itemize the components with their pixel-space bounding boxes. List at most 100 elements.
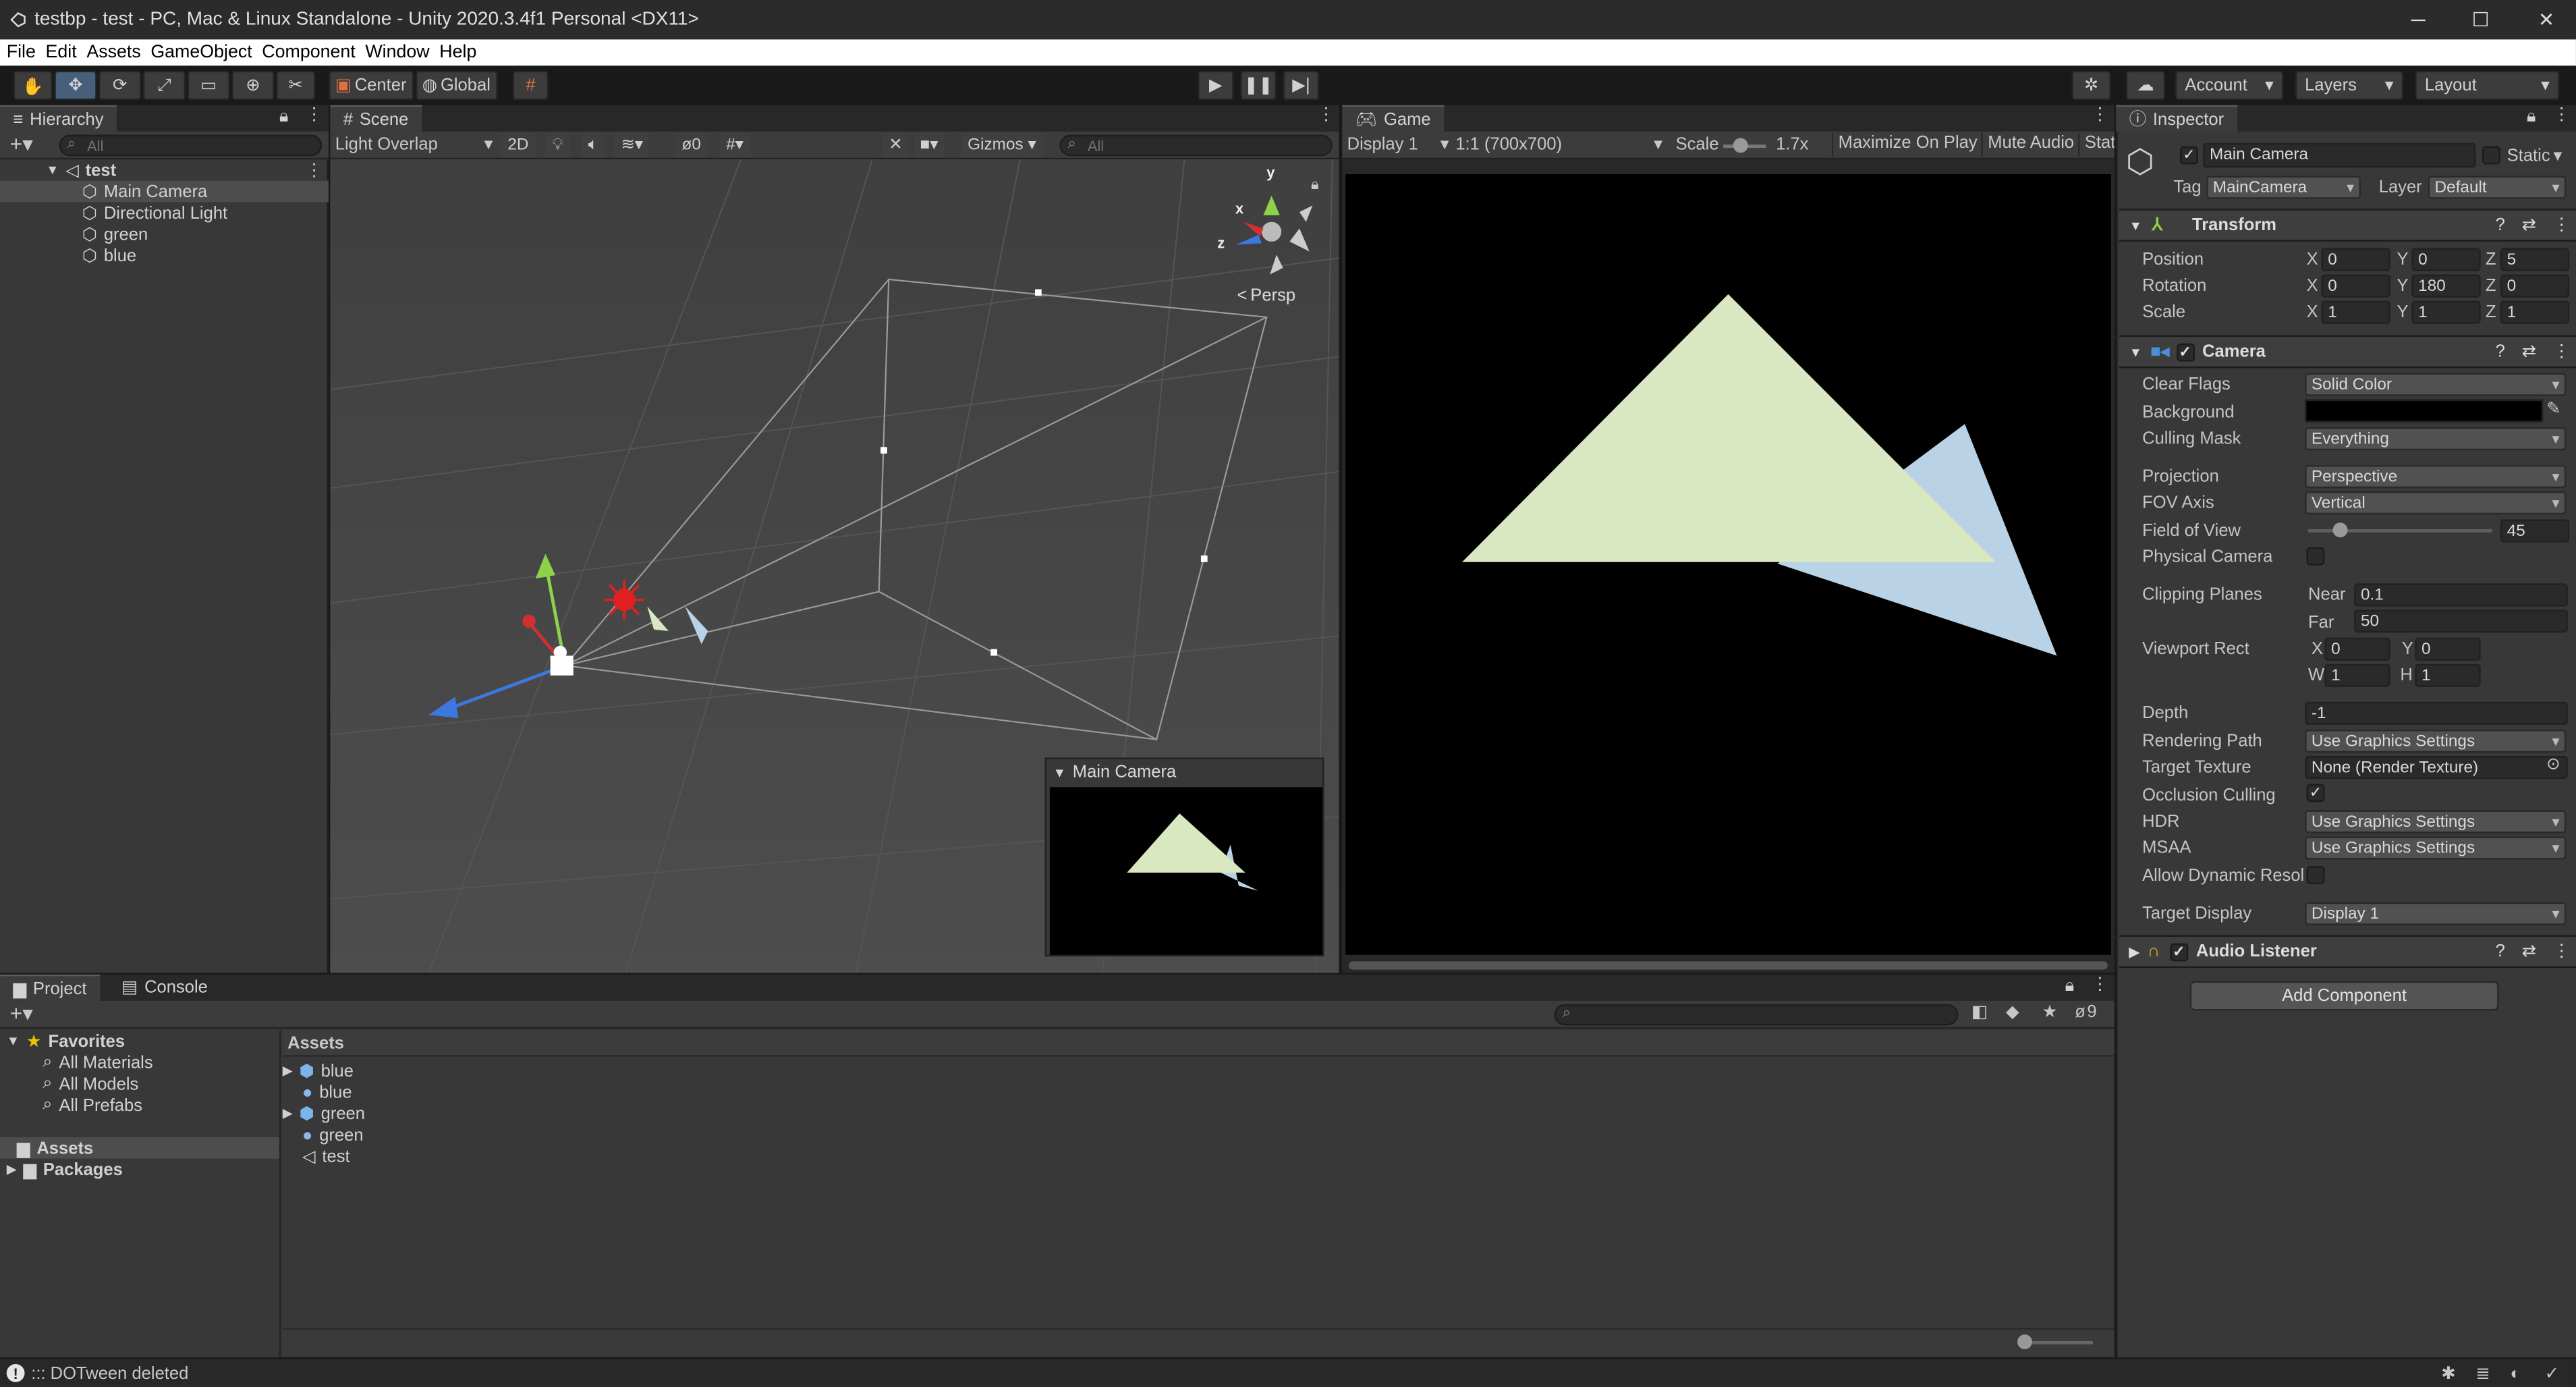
search-by-label-icon[interactable]: ◆ xyxy=(2006,1002,2019,1022)
bug-icon[interactable]: ✱ xyxy=(2441,1363,2455,1383)
packages-folder-item[interactable]: ▶ ▆ Packages xyxy=(7,1159,123,1180)
help-icon[interactable]: ? xyxy=(2496,942,2505,961)
scale-z-field[interactable]: 1 xyxy=(2500,300,2570,324)
preset-icon[interactable]: ⇄ xyxy=(2522,215,2536,235)
move-tool-button[interactable]: ✥ xyxy=(54,70,97,101)
draw-mode-dropdown[interactable]: Light Overlap ▾ xyxy=(335,133,493,156)
object-name-field[interactable]: Main Camera xyxy=(2203,142,2476,168)
pivot-space-button[interactable]: ◍ Global xyxy=(416,70,498,101)
asset-item-green-material[interactable]: ● green xyxy=(302,1124,364,1145)
target-display-dropdown[interactable]: Display 1 xyxy=(2305,902,2567,925)
search-by-type-icon[interactable]: ◧ xyxy=(1971,1002,1988,1022)
pause-button[interactable]: ❚❚ xyxy=(1240,70,1277,101)
transform-component-header[interactable]: ▼ ⅄ Transform ? ⇄ ⋮ xyxy=(2119,209,2576,242)
asset-item-test-scene[interactable]: ◁ test xyxy=(302,1145,350,1167)
asset-item-green-prefab[interactable]: ▶ ⬢ green xyxy=(283,1103,365,1124)
menu-file[interactable]: File xyxy=(1,43,40,62)
projection-dropdown[interactable]: Perspective xyxy=(2305,465,2567,489)
audio-listener-header[interactable]: ▶ ∩ ✓ Audio Listener ? ⇄ ⋮ xyxy=(2119,935,2576,969)
kebab-menu-icon[interactable]: ⋮ xyxy=(1318,105,1335,125)
lock-icon[interactable]: 🔒︎ xyxy=(2065,976,2075,998)
kebab-menu-icon[interactable]: ⋮ xyxy=(2092,105,2109,125)
horizontal-scrollbar[interactable] xyxy=(1349,961,2108,970)
cloud-button[interactable]: ☁ xyxy=(2125,70,2166,101)
favorites-item[interactable]: ▼ ★ Favorites xyxy=(7,1031,125,1052)
rotation-y-field[interactable]: 180 xyxy=(2411,274,2481,298)
lock-icon[interactable]: 🔒︎ xyxy=(279,107,289,128)
audio-toggle-button[interactable]: 🔈︎ xyxy=(581,133,605,158)
2d-toggle-button[interactable]: 2D xyxy=(501,133,536,158)
preset-icon[interactable]: ⇄ xyxy=(2522,342,2536,361)
favorite-all-models[interactable]: ⌕ All Models xyxy=(43,1073,138,1095)
add-icon[interactable]: +▾ xyxy=(10,1001,33,1027)
play-button[interactable]: ▶ xyxy=(1198,70,1234,101)
transform-tool-button[interactable]: ⊕ xyxy=(231,70,275,101)
kebab-menu-icon[interactable]: ⋮ xyxy=(2092,975,2109,994)
auto-generate-icon[interactable]: ◐ xyxy=(2511,1363,2521,1383)
viewport-y-field[interactable]: 0 xyxy=(2415,637,2481,661)
menu-edit[interactable]: Edit xyxy=(40,43,82,62)
scale-tool-button[interactable]: ⤢ xyxy=(142,70,186,101)
stats-toggle[interactable]: Stats xyxy=(2078,133,2115,157)
project-search-input[interactable] xyxy=(1554,1004,1959,1026)
assets-folder-item[interactable]: ▆ Assets xyxy=(7,1137,93,1159)
tab-project[interactable]: ▆ Project xyxy=(0,974,100,1001)
viewport-h-field[interactable]: 1 xyxy=(2415,663,2481,687)
menu-help[interactable]: Help xyxy=(435,43,482,62)
help-icon[interactable]: ? xyxy=(2496,342,2505,361)
physical-camera-checkbox[interactable] xyxy=(2306,547,2325,566)
scale-y-field[interactable]: 1 xyxy=(2411,300,2481,324)
gizmos-dropdown[interactable]: Gizmos ▾ xyxy=(961,133,1043,158)
kebab-menu-icon[interactable]: ⋮ xyxy=(2553,215,2571,235)
hierarchy-item-main-camera[interactable]: ⬡ Main Camera xyxy=(82,181,208,202)
tab-hierarchy[interactable]: ≡ Hierarchy xyxy=(0,105,117,132)
add-component-button[interactable]: Add Component xyxy=(2189,981,2499,1011)
occlusion-culling-checkbox[interactable]: ✓ xyxy=(2306,784,2325,803)
scene-viewport[interactable]: y x z 🔒︎ < Persp ▼ Main Camera xyxy=(330,159,1339,973)
services-button[interactable]: ✲ xyxy=(2071,70,2111,101)
background-color-swatch[interactable] xyxy=(2305,399,2544,423)
tab-scene[interactable]: # Scene xyxy=(330,105,422,132)
layout-dropdown[interactable]: Layout ▾ xyxy=(2415,70,2560,101)
account-dropdown[interactable]: Account ▾ xyxy=(2175,70,2284,101)
msaa-dropdown[interactable]: Use Graphics Settings xyxy=(2305,836,2567,860)
culling-mask-dropdown[interactable]: Everything xyxy=(2305,427,2567,451)
icon-size-slider-thumb[interactable] xyxy=(2017,1334,2032,1350)
effects-toggle-button[interactable]: ≋▾ xyxy=(614,133,650,158)
favorite-all-prefabs[interactable]: ⌕ All Prefabs xyxy=(43,1095,142,1116)
depth-field[interactable]: -1 xyxy=(2305,701,2568,725)
viewport-x-field[interactable]: 0 xyxy=(2324,637,2390,661)
custom-tool-button[interactable]: ✂ xyxy=(276,70,316,101)
kebab-menu-icon[interactable]: ⋮ xyxy=(2553,105,2571,125)
rect-tool-button[interactable]: ▭ xyxy=(187,70,230,101)
maximize-on-play-toggle[interactable]: Maximize On Play xyxy=(1831,133,1982,157)
display-dropdown[interactable]: Display 1 ▾ xyxy=(1347,133,1449,156)
kebab-menu-icon[interactable]: ⋮ xyxy=(306,160,323,180)
menu-assets[interactable]: Assets xyxy=(82,43,146,62)
menu-window[interactable]: Window xyxy=(360,43,435,62)
hidden-objects-toggle[interactable]: ø0 xyxy=(675,133,708,158)
favorite-star-icon[interactable]: ★ xyxy=(2042,1002,2058,1022)
hierarchy-search-input[interactable]: All xyxy=(59,134,323,157)
hdr-dropdown[interactable]: Use Graphics Settings xyxy=(2305,810,2567,834)
hidden-packages-toggle[interactable]: ø9 xyxy=(2075,1002,2096,1022)
audio-enabled-checkbox[interactable]: ✓ xyxy=(2169,942,2188,961)
layers-dropdown[interactable]: Layers ▾ xyxy=(2295,70,2404,101)
active-checkbox[interactable]: ✓ xyxy=(2180,146,2198,165)
hierarchy-item-blue[interactable]: ⬡ blue xyxy=(82,245,136,267)
asset-item-blue-material[interactable]: ● blue xyxy=(302,1081,352,1103)
grid-toggle-button[interactable]: #▾ xyxy=(719,133,750,158)
static-dropdown[interactable]: Static ▾ xyxy=(2507,146,2563,166)
far-field[interactable]: 50 xyxy=(2354,609,2568,633)
rotation-z-field[interactable]: 0 xyxy=(2500,274,2570,298)
lock-icon[interactable]: 🔒︎ xyxy=(2527,107,2536,128)
kebab-menu-icon[interactable]: ⋮ xyxy=(2553,942,2571,961)
object-picker-icon[interactable]: ⊙ xyxy=(2546,756,2560,774)
hand-tool-button[interactable]: ✋ xyxy=(13,70,53,101)
pivot-mode-button[interactable]: ▣ Center xyxy=(328,70,414,101)
resolution-dropdown[interactable]: 1:1 (700x700) ▾ xyxy=(1455,133,1662,156)
fov-slider-thumb[interactable] xyxy=(2332,522,2348,538)
fov-field[interactable]: 45 xyxy=(2500,519,2570,543)
scale-x-field[interactable]: 1 xyxy=(2321,300,2390,324)
status-bar[interactable]: ! ::: DOTween deleted ✱ ≣ ◐ ✓ xyxy=(0,1357,2576,1387)
